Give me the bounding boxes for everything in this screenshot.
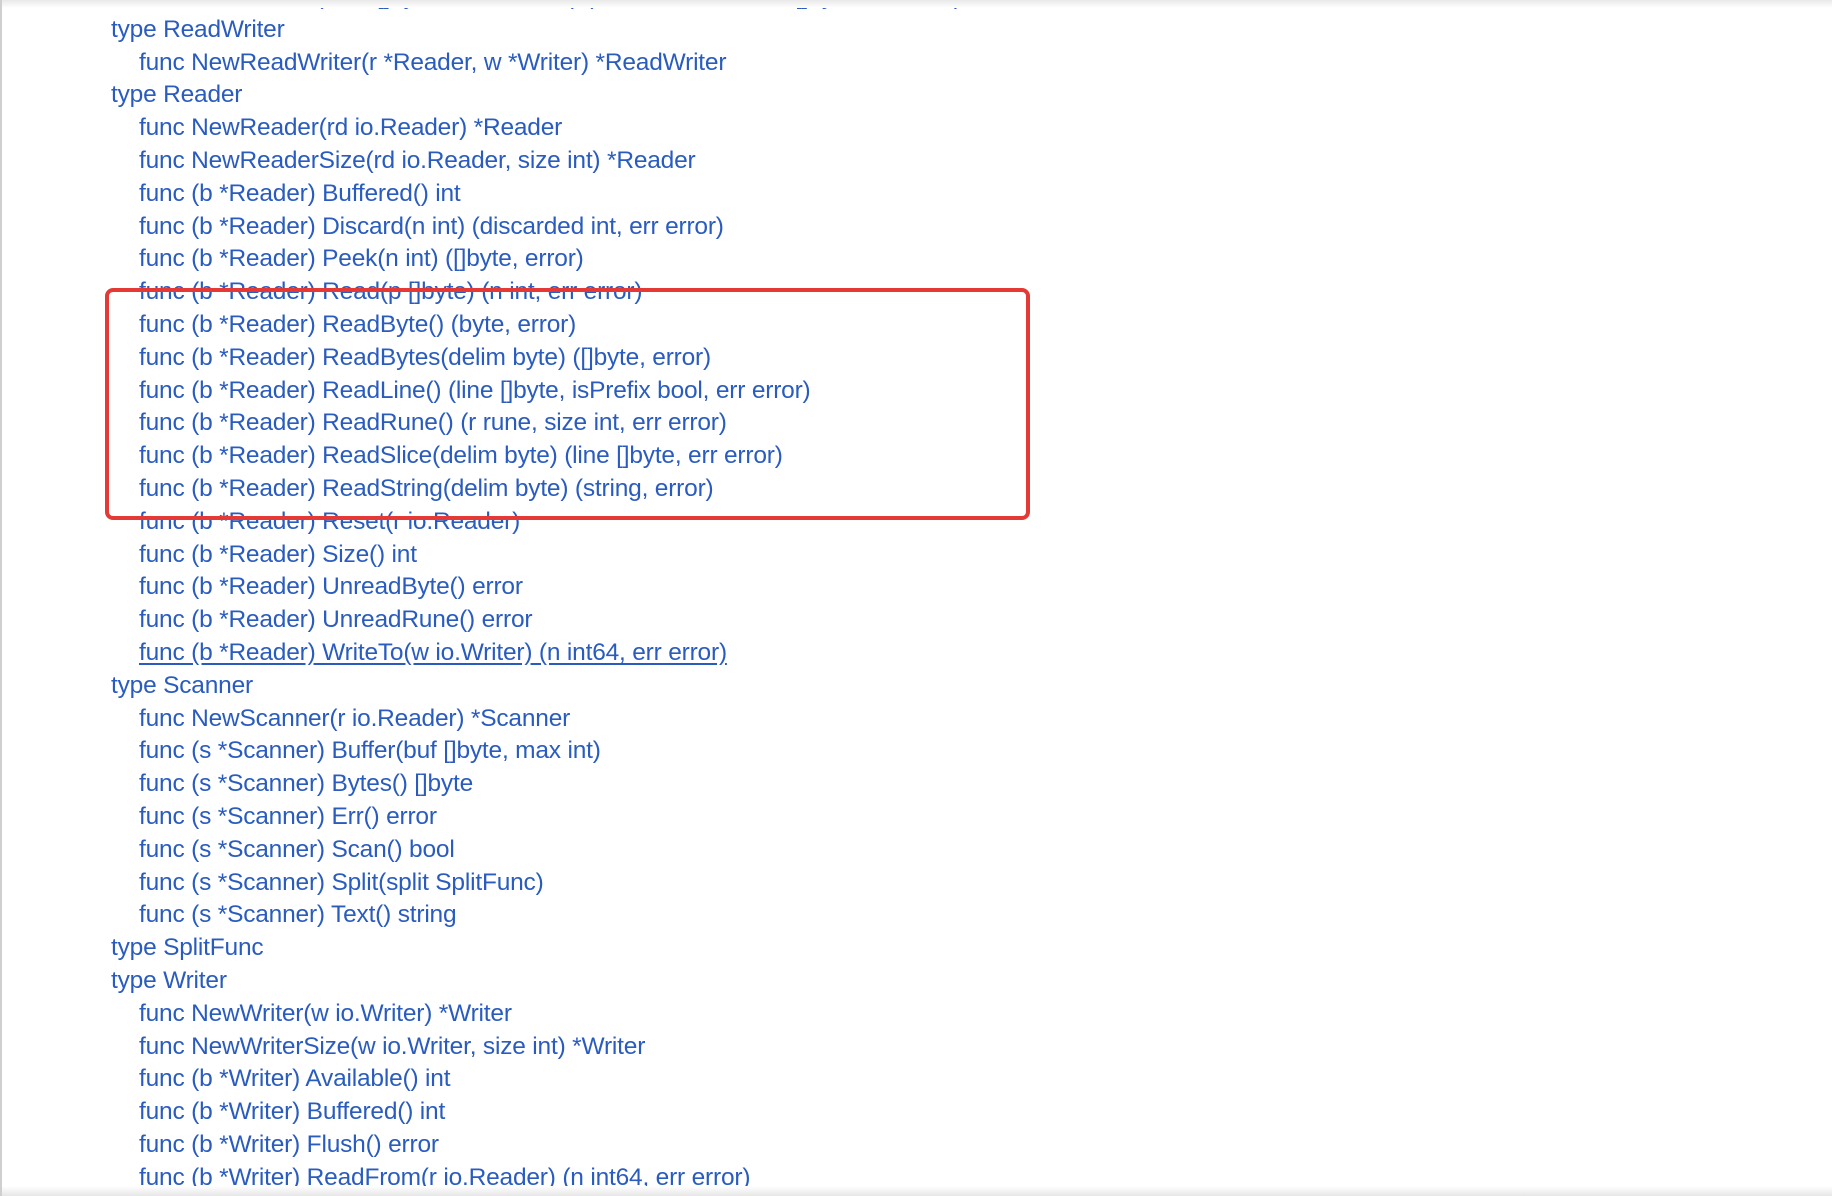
index-func-link[interactable]: func (s *Scanner) Split(split SplitFunc) <box>2 867 962 900</box>
index-func-link[interactable]: func NewWriterSize(w io.Writer, size int… <box>2 1031 962 1064</box>
index-type-link[interactable]: type ReadWriter <box>2 14 962 47</box>
index-func-link[interactable]: func (b *Reader) Reset(r io.Reader) <box>2 506 962 539</box>
index-type-link[interactable]: type SplitFunc <box>2 932 962 965</box>
index-func-link[interactable]: func (b *Writer) Available() int <box>2 1063 962 1096</box>
index-type-link[interactable]: type Reader <box>2 79 962 112</box>
index-func-link[interactable]: func NewReaderSize(rd io.Reader, size in… <box>2 145 962 178</box>
index-func-link[interactable]: func NewScanner(r io.Reader) *Scanner <box>2 703 962 736</box>
index-func-link[interactable]: func (b *Writer) Flush() error <box>2 1129 962 1162</box>
index-func-link[interactable]: func (s *Scanner) Text() string <box>2 899 962 932</box>
index-func-link[interactable]: func (b *Reader) ReadRune() (r rune, siz… <box>2 407 962 440</box>
index-func-link[interactable]: func NewWriter(w io.Writer) *Writer <box>2 998 962 1031</box>
index-func-link[interactable]: func (b *Reader) ReadSlice(delim byte) (… <box>2 440 962 473</box>
index-func-link[interactable]: func (b *Reader) Size() int <box>2 539 962 572</box>
index-func-link[interactable]: func (b *Reader) Peek(n int) ([]byte, er… <box>2 243 962 276</box>
doc-viewport: func ScanWords(data []byte, atEOF bool) … <box>0 0 1832 1196</box>
index-type-link[interactable]: type Writer <box>2 965 962 998</box>
index-func-link[interactable]: func (s *Scanner) Scan() bool <box>2 834 962 867</box>
index-func-link[interactable]: func NewReadWriter(r *Reader, w *Writer)… <box>2 47 962 80</box>
index-func-link[interactable]: func (s *Scanner) Err() error <box>2 801 962 834</box>
index-func-link[interactable]: func NewReader(rd io.Reader) *Reader <box>2 112 962 145</box>
index-func-link[interactable]: func (b *Reader) WriteTo(w io.Writer) (n… <box>2 637 962 670</box>
index-func-link[interactable]: func (b *Writer) Buffered() int <box>2 1096 962 1129</box>
index-func-link[interactable]: func (s *Scanner) Bytes() []byte <box>2 768 962 801</box>
index-func-link[interactable]: func (b *Reader) UnreadRune() error <box>2 604 962 637</box>
index-func-link[interactable]: func (b *Reader) ReadString(delim byte) … <box>2 473 962 506</box>
index-func-link[interactable]: func (b *Reader) ReadBytes(delim byte) (… <box>2 342 962 375</box>
top-edge-shadow <box>2 0 1832 8</box>
index-type-link[interactable]: type Scanner <box>2 670 962 703</box>
index-func-link[interactable]: func (b *Reader) ReadLine() (line []byte… <box>2 375 962 408</box>
index-func-link[interactable]: func (b *Reader) Discard(n int) (discard… <box>2 211 962 244</box>
package-index-list: func ScanWords(data []byte, atEOF bool) … <box>2 0 962 1194</box>
index-func-link[interactable]: func (b *Reader) UnreadByte() error <box>2 571 962 604</box>
index-func-link[interactable]: func (s *Scanner) Buffer(buf []byte, max… <box>2 735 962 768</box>
index-func-link[interactable]: func (b *Reader) Read(p []byte) (n int, … <box>2 276 962 309</box>
index-func-link[interactable]: func (b *Reader) ReadByte() (byte, error… <box>2 309 962 342</box>
bottom-edge-shadow <box>2 1186 1832 1196</box>
index-func-link[interactable]: func (b *Reader) Buffered() int <box>2 178 962 211</box>
